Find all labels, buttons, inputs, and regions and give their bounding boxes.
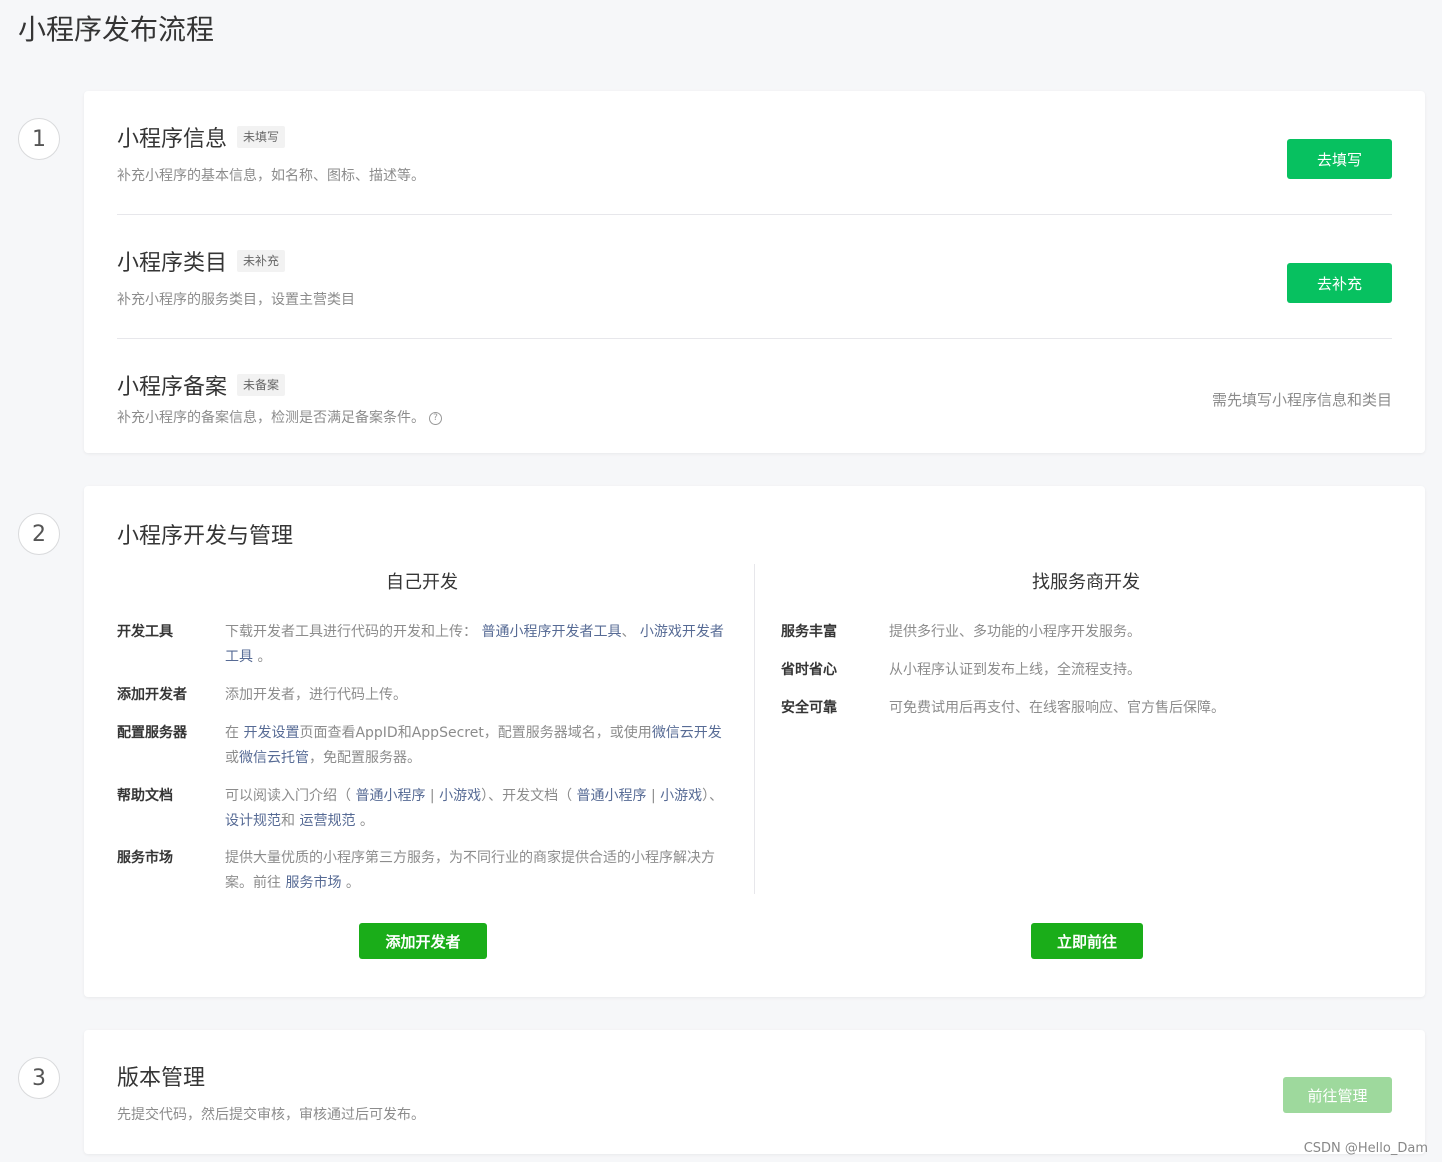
vendor-item: 安全可靠 可免费试用后再支付、在线客服响应、官方售后保障。 xyxy=(781,696,1391,721)
item-text: 页面查看AppID和AppSecret，配置服务器域名，或使用 xyxy=(299,725,652,741)
item-text: 。 xyxy=(341,875,360,891)
fill-info-button[interactable]: 去填写 xyxy=(1287,139,1392,179)
wx-cloud-dev-link[interactable]: 微信云开发 xyxy=(652,725,722,741)
category-status-badge: 未补充 xyxy=(237,250,286,272)
step3-card: 版本管理 先提交代码，然后提交审核，审核通过后可发布。 前往管理 xyxy=(84,1030,1425,1154)
item-text: 提供多行业、多功能的小程序开发服务。 xyxy=(889,624,1141,640)
item-text: | xyxy=(646,788,661,804)
info-status-badge: 未填写 xyxy=(237,126,286,148)
docs-normal-link[interactable]: 普通小程序 xyxy=(577,788,647,804)
watermark: CSDN @Hello_Dam xyxy=(1303,1141,1428,1156)
item-text: 下载开发者工具进行代码的开发和上传： xyxy=(225,624,482,640)
version-title: 版本管理 xyxy=(117,1066,206,1091)
add-developer-button[interactable]: 添加开发者 xyxy=(359,923,487,959)
item-text: 在 xyxy=(225,725,244,741)
self-dev-heading: 自己开发 xyxy=(386,572,458,593)
item-text: 。 xyxy=(355,813,374,829)
divider xyxy=(117,338,1392,339)
vendor-dev-heading: 找服务商开发 xyxy=(1032,572,1140,593)
self-item-market: 服务市场 提供大量优质的小程序第三方服务，为不同行业的商家提供合适的小程序解决方… xyxy=(117,846,729,896)
item-text: 、 xyxy=(621,624,640,640)
item-label: 服务丰富 xyxy=(781,624,837,640)
design-spec-link[interactable]: 设计规范 xyxy=(225,813,281,829)
item-label: 配置服务器 xyxy=(117,725,187,741)
filing-row: 小程序备案 未备案 补充小程序的备案信息，检测是否满足备案条件。? xyxy=(117,369,1392,427)
step-number-2: 2 xyxy=(18,513,60,555)
category-title: 小程序类目 xyxy=(117,251,228,276)
item-text: 可以阅读入门介绍（ xyxy=(225,788,356,804)
self-item-tools: 开发工具 下载开发者工具进行代码的开发和上传： 普通小程序开发者工具、 小游戏开… xyxy=(117,620,729,670)
item-text: 从小程序认证到发布上线，全流程支持。 xyxy=(889,662,1141,678)
info-desc: 补充小程序的基本信息，如名称、图标、描述等。 xyxy=(117,168,425,184)
go-now-button[interactable]: 立即前往 xyxy=(1031,923,1143,959)
dev-section-title: 小程序开发与管理 xyxy=(117,524,294,549)
version-row: 版本管理 先提交代码，然后提交审核，审核通过后可发布。 xyxy=(117,1060,1392,1124)
dev-settings-link[interactable]: 开发设置 xyxy=(243,725,299,741)
normal-devtools-link[interactable]: 普通小程序开发者工具 xyxy=(481,624,621,640)
filing-hint: 需先填写小程序信息和类目 xyxy=(1211,391,1392,409)
info-title: 小程序信息 xyxy=(117,127,228,152)
category-desc: 补充小程序的服务类目，设置主营类目 xyxy=(117,292,355,308)
step1-card: 小程序信息 未填写 补充小程序的基本信息，如名称、图标、描述等。 去填写 小程序… xyxy=(84,91,1425,453)
help-icon[interactable]: ? xyxy=(429,411,442,425)
item-label: 添加开发者 xyxy=(117,687,187,703)
item-text: ）、开发文档（ xyxy=(481,788,577,804)
vendor-item: 省时省心 从小程序认证到发布上线，全流程支持。 xyxy=(781,658,1391,683)
item-label: 省时省心 xyxy=(781,662,837,678)
self-item-add-dev: 添加开发者 添加开发者，进行代码上传。 xyxy=(117,683,729,708)
intro-game-link[interactable]: 小游戏 xyxy=(439,788,481,804)
go-manage-button[interactable]: 前往管理 xyxy=(1283,1077,1392,1113)
item-label: 安全可靠 xyxy=(781,700,837,716)
self-item-docs: 帮助文档 可以阅读入门介绍（ 普通小程序 | 小游戏）、开发文档（ 普通小程序 … xyxy=(117,784,729,834)
add-category-button[interactable]: 去补充 xyxy=(1287,263,1392,303)
item-label: 服务市场 xyxy=(117,850,173,866)
filing-title: 小程序备案 xyxy=(117,375,228,400)
filing-status-badge: 未备案 xyxy=(237,374,286,396)
info-row: 小程序信息 未填写 补充小程序的基本信息，如名称、图标、描述等。 xyxy=(117,121,1392,185)
item-text: | xyxy=(425,788,440,804)
intro-normal-link[interactable]: 普通小程序 xyxy=(355,788,425,804)
item-text: 和 xyxy=(281,813,300,829)
filing-desc: 补充小程序的备案信息，检测是否满足备案条件。 xyxy=(117,410,425,426)
item-label: 帮助文档 xyxy=(117,788,173,804)
divider xyxy=(117,214,1392,215)
page-title: 小程序发布流程 xyxy=(18,13,215,46)
service-market-link[interactable]: 服务市场 xyxy=(285,875,341,891)
item-text: 添加开发者，进行代码上传。 xyxy=(225,687,407,703)
item-text: ）、 xyxy=(702,788,724,804)
item-text: 或 xyxy=(225,750,239,766)
step-number-3: 3 xyxy=(18,1057,60,1099)
vendor-item: 服务丰富 提供多行业、多功能的小程序开发服务。 xyxy=(781,620,1391,645)
item-text: ，免配置服务器。 xyxy=(309,750,421,766)
item-text: 。 xyxy=(253,649,272,665)
version-desc: 先提交代码，然后提交审核，审核通过后可发布。 xyxy=(117,1107,425,1123)
item-label: 开发工具 xyxy=(117,624,173,640)
item-text: 可免费试用后再支付、在线客服响应、官方售后保障。 xyxy=(889,700,1225,716)
step2-card: 小程序开发与管理 自己开发 找服务商开发 开发工具 下载开发者工具进行代码的开发… xyxy=(84,486,1425,997)
self-item-server: 配置服务器 在 开发设置页面查看AppID和AppSecret，配置服务器域名，… xyxy=(117,721,729,771)
step-number-1: 1 xyxy=(18,118,60,160)
column-divider xyxy=(754,564,755,894)
wx-cloud-hosting-link[interactable]: 微信云托管 xyxy=(239,750,309,766)
category-row: 小程序类目 未补充 补充小程序的服务类目，设置主营类目 xyxy=(117,245,1392,309)
docs-game-link[interactable]: 小游戏 xyxy=(660,788,702,804)
ops-spec-link[interactable]: 运营规范 xyxy=(299,813,355,829)
